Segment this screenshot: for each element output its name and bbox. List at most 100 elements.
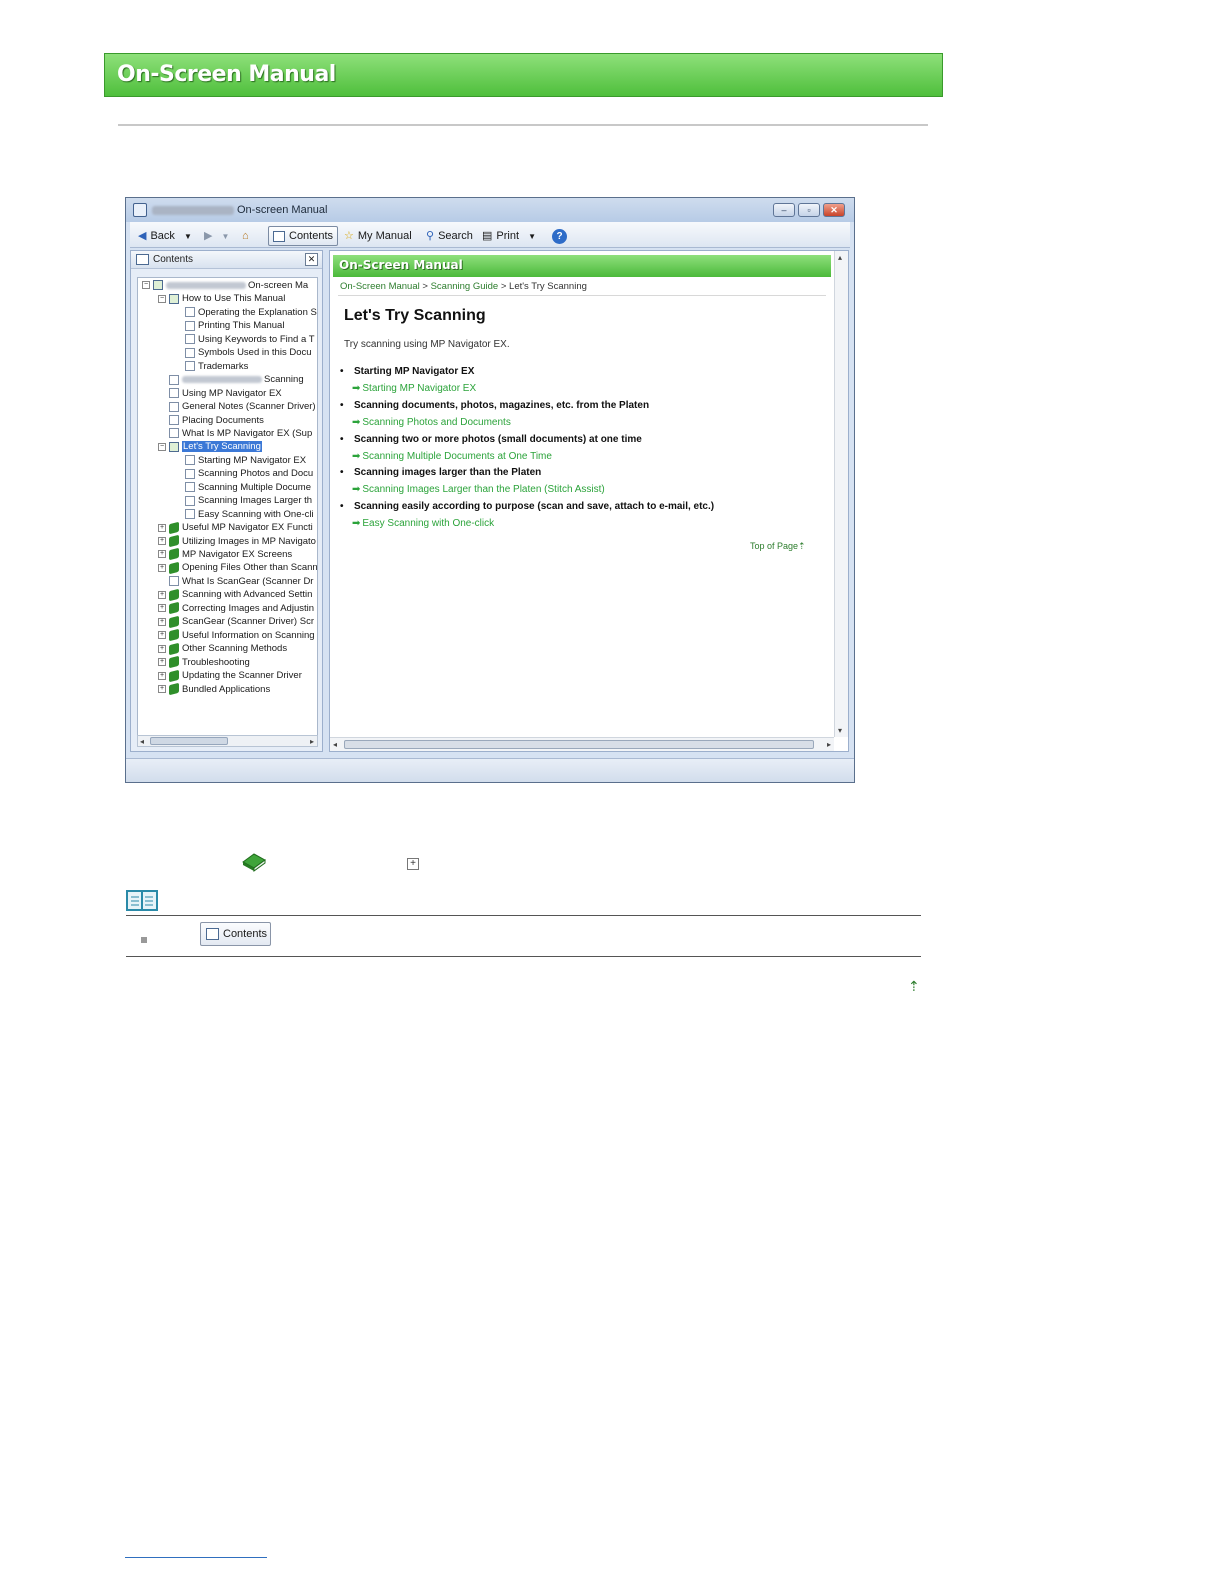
tree-item[interactable]: + Correcting Images and Adjustin — [158, 601, 314, 615]
expand-icon[interactable]: + — [158, 671, 166, 680]
book-icon — [136, 254, 149, 265]
tree-item[interactable]: + Troubleshooting — [158, 655, 250, 669]
collapse-icon[interactable]: − — [158, 442, 166, 451]
topic-link[interactable]: ➡ Scanning Images Larger than the Platen … — [352, 484, 605, 495]
scroll-down-icon[interactable]: ▾ — [838, 726, 842, 735]
scroll-left-icon[interactable]: ◂ — [333, 740, 337, 749]
tree-item-label: Scanning — [264, 374, 304, 386]
expand-icon[interactable]: + — [158, 631, 166, 640]
scroll-thumb[interactable] — [344, 740, 814, 749]
topic-link[interactable]: ➡ Starting MP Navigator EX — [352, 383, 476, 394]
tree-item[interactable]: + Utilizing Images in MP Navigato — [158, 534, 316, 548]
arrow-right-icon: ➡ — [352, 417, 361, 428]
tree-item[interactable]: What Is ScanGear (Scanner Dr — [158, 576, 313, 588]
breadcrumb-link-manual[interactable]: On-Screen Manual — [340, 281, 420, 292]
restore-icon[interactable]: ▫ — [798, 203, 820, 217]
collapse-icon[interactable]: − — [142, 281, 150, 290]
tree-item[interactable]: Scanning Multiple Docume — [174, 482, 311, 494]
green-book-icon — [169, 548, 179, 561]
scroll-left-icon[interactable]: ◂ — [140, 737, 144, 746]
expand-icon[interactable]: + — [158, 604, 166, 613]
expand-icon[interactable]: + — [158, 658, 166, 667]
back-button[interactable]: ◀ Back ▼ — [138, 226, 192, 246]
home-button[interactable]: ⌂ — [242, 226, 249, 246]
tree-item-label: ScanGear (Scanner Driver) Scr — [182, 616, 314, 628]
tree-item[interactable]: + ScanGear (Scanner Driver) Scr — [158, 615, 314, 629]
chevron-down-icon: ▼ — [184, 232, 192, 241]
topic-link[interactable]: ➡ Scanning Multiple Documents at One Time — [352, 451, 552, 462]
scroll-right-icon[interactable]: ▸ — [827, 740, 831, 749]
breadcrumb-current: Let's Try Scanning — [509, 281, 587, 292]
expand-icon[interactable]: + — [158, 590, 166, 599]
breadcrumb-link-scanning-guide[interactable]: Scanning Guide — [431, 281, 499, 292]
tree-item[interactable]: Printing This Manual — [174, 320, 284, 332]
tree-item[interactable]: − How to Use This Manual — [158, 293, 285, 305]
tree-item[interactable]: Placing Documents — [158, 415, 264, 427]
horizontal-scrollbar[interactable]: ◂ ▸ — [137, 735, 318, 747]
tree-item[interactable]: + MP Navigator EX Screens — [158, 548, 292, 561]
tree-item[interactable]: + Useful MP Navigator EX Functi — [158, 521, 313, 534]
print-button[interactable]: ▤ Print ▼ — [482, 226, 536, 246]
expand-icon[interactable]: + — [158, 644, 166, 653]
tree-item[interactable]: − On-screen Ma — [142, 280, 308, 292]
expand-icon[interactable]: + — [158, 523, 166, 532]
link-text[interactable]: Scanning Images Larger than the Platen (… — [362, 484, 604, 495]
topic-link[interactable]: ➡ Easy Scanning with One-click — [352, 518, 494, 529]
tree-item[interactable]: − Let's Try Scanning — [158, 441, 262, 453]
expand-icon[interactable]: + — [158, 617, 166, 626]
tree-item[interactable]: + Opening Files Other than Scann — [158, 561, 317, 575]
tree-item[interactable]: Using MP Navigator EX — [158, 388, 282, 400]
horizontal-scrollbar[interactable]: ◂ ▸ — [330, 737, 834, 751]
contents-button[interactable]: Contents — [268, 226, 339, 246]
link-text[interactable]: Scanning Multiple Documents at One Time — [362, 451, 552, 462]
close-pane-icon[interactable]: ✕ — [305, 253, 318, 266]
tree-item-label: Let's Try Scanning — [182, 441, 262, 453]
vertical-scrollbar[interactable]: ▴ ▾ — [834, 251, 848, 737]
tree-item[interactable]: Scanning Images Larger th — [174, 495, 312, 507]
tree-item[interactable]: Scanning Photos and Docu — [174, 468, 313, 480]
link-text[interactable]: Scanning Photos and Documents — [362, 417, 510, 428]
link-text[interactable]: Starting MP Navigator EX — [362, 383, 476, 394]
help-button[interactable]: ? — [552, 226, 567, 246]
expand-icon[interactable]: + — [158, 550, 166, 559]
tree-item[interactable]: + Updating the Scanner Driver — [158, 669, 302, 682]
my-manual-button[interactable]: ☆ My Manual — [344, 226, 412, 246]
top-of-page-label[interactable]: Top of Page — [750, 541, 798, 551]
scroll-right-icon[interactable]: ▸ — [310, 737, 314, 746]
back-arrow-icon: ◀ — [138, 230, 147, 243]
topic-link[interactable]: ➡ Scanning Photos and Documents — [352, 417, 511, 428]
expand-icon[interactable]: + — [158, 563, 166, 572]
tree-item[interactable]: Operating the Explanation S — [174, 307, 317, 319]
search-button[interactable]: ⚲ Search — [426, 226, 473, 246]
link-text[interactable]: Easy Scanning with One-click — [362, 518, 494, 529]
tree-item[interactable]: Starting MP Navigator EX — [174, 455, 306, 467]
green-book-icon — [169, 669, 179, 682]
tree-item[interactable]: Symbols Used in this Docu — [174, 347, 312, 359]
tree-item[interactable]: + Bundled Applications — [158, 682, 270, 696]
banner-title: On-Screen Manual — [117, 62, 336, 87]
tree-item[interactable]: + Scanning with Advanced Settin — [158, 588, 312, 602]
expand-icon[interactable]: + — [158, 684, 166, 693]
tree-item[interactable]: General Notes (Scanner Driver) — [158, 401, 316, 413]
top-of-page-link[interactable]: Top of Page⇡ — [750, 541, 806, 552]
top-of-page-icon[interactable]: ⇡ — [908, 978, 920, 995]
collapse-icon[interactable]: − — [158, 294, 166, 303]
tree-item[interactable]: Easy Scanning with One-cli — [174, 509, 314, 521]
expand-icon[interactable]: + — [158, 537, 166, 546]
tree-item[interactable]: Scanning — [158, 374, 304, 386]
tree-item[interactable]: Trademarks — [174, 361, 248, 373]
contents-pane: Contents ✕ − On-screen Ma − How to Use This… — [130, 250, 323, 752]
scroll-thumb[interactable] — [150, 737, 228, 745]
close-icon[interactable]: ✕ — [823, 203, 845, 217]
open-book-icon — [169, 293, 179, 304]
tree-item[interactable]: Using Keywords to Find a T — [174, 334, 315, 346]
page-icon — [185, 509, 195, 520]
home-icon: ⌂ — [242, 230, 249, 242]
contents-pane-title: Contents — [153, 254, 194, 265]
forward-button[interactable]: ▶ ▼ — [204, 226, 229, 246]
tree-item[interactable]: + Other Scanning Methods — [158, 642, 287, 655]
scroll-up-icon[interactable]: ▴ — [838, 253, 842, 262]
tree-item[interactable]: + Useful Information on Scanning — [158, 628, 315, 642]
tree-item[interactable]: What Is MP Navigator EX (Sup — [158, 428, 312, 440]
minimize-icon[interactable]: – — [773, 203, 795, 217]
